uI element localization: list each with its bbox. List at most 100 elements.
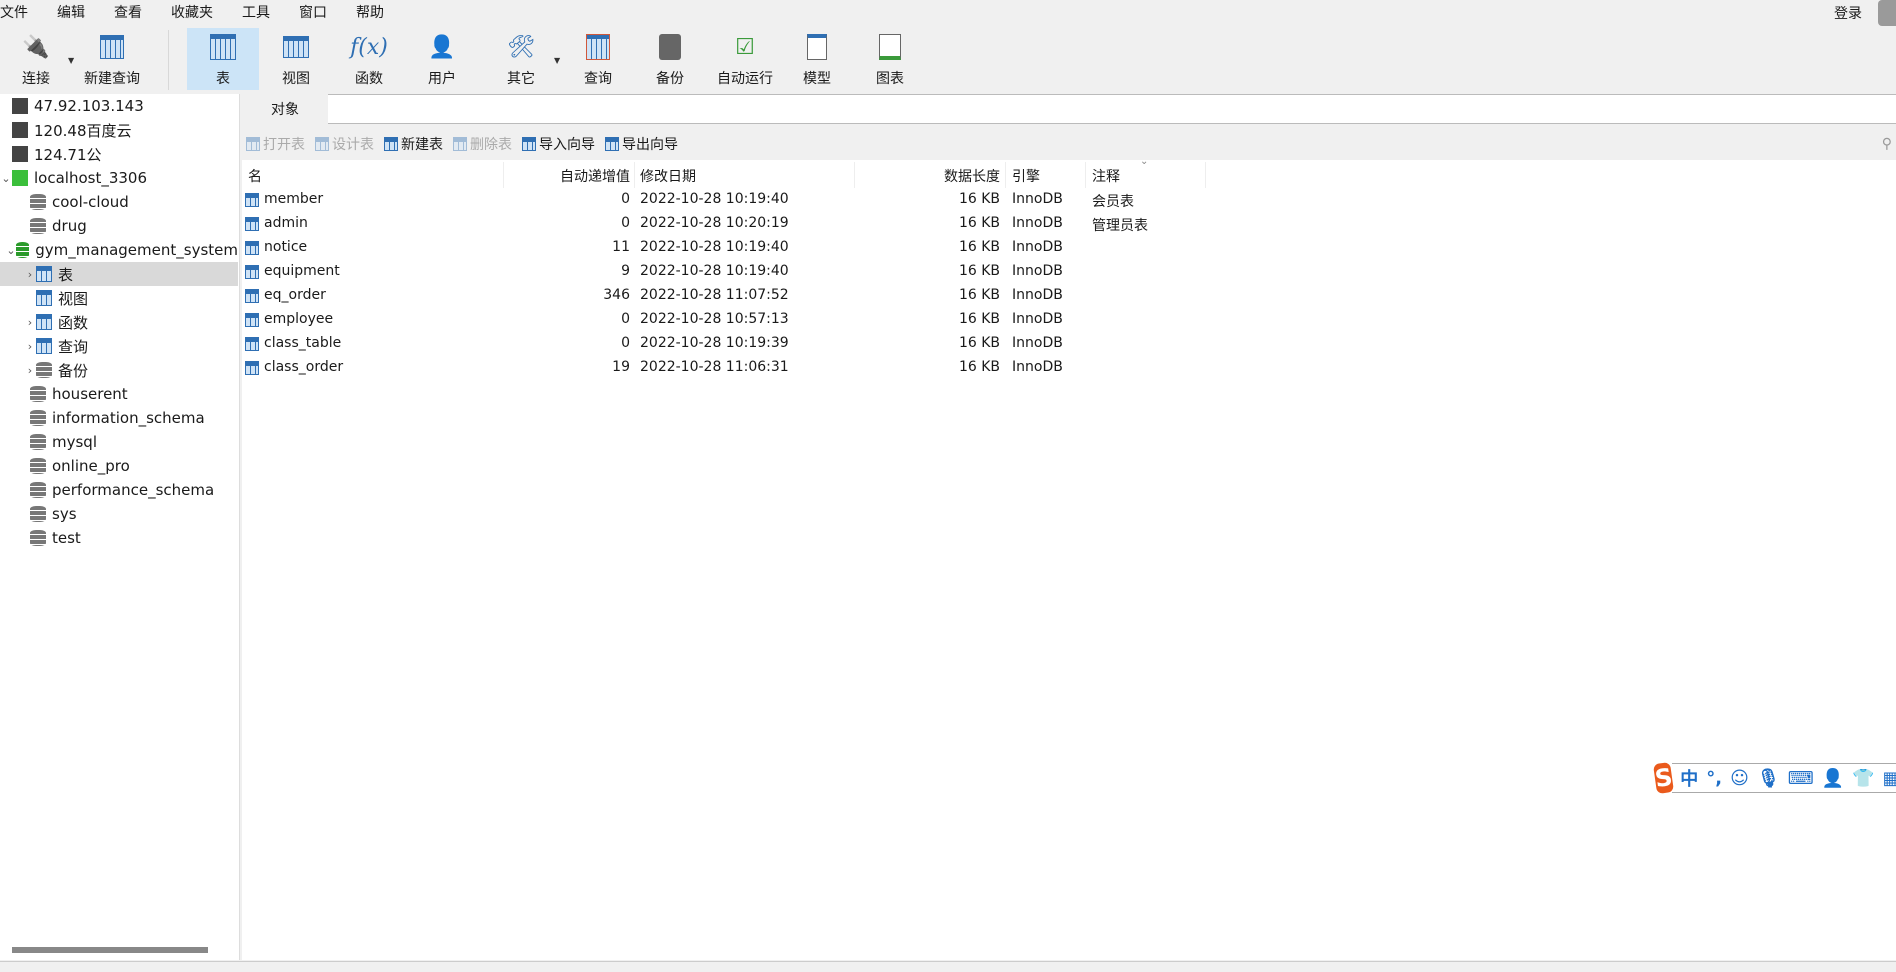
- cell-name: member: [264, 191, 324, 207]
- sort-chevron-icon[interactable]: ⌄: [1140, 156, 1148, 167]
- chevron-icon[interactable]: ›: [24, 268, 36, 281]
- chevron-icon[interactable]: ⌄: [6, 244, 16, 257]
- other-button[interactable]: 🛠 其它: [485, 28, 557, 90]
- tree-node-functions[interactable]: › 函数: [0, 310, 238, 334]
- new-table-button[interactable]: 新建表: [384, 134, 443, 154]
- menu-help[interactable]: 帮助: [356, 2, 393, 22]
- cell-auto-increment: 19: [612, 359, 630, 375]
- import-wizard-button[interactable]: 导入向导: [522, 134, 595, 154]
- column-header-auto-increment[interactable]: 自动递增值: [504, 164, 630, 188]
- conn-icon: [12, 98, 28, 114]
- delete-table-button[interactable]: 删除表: [453, 134, 512, 154]
- column-header-name[interactable]: 名: [248, 164, 262, 188]
- export-icon: [605, 137, 619, 151]
- column-header-data-length[interactable]: 数据长度: [856, 164, 1000, 188]
- table-row[interactable]: equipment 9 2022-10-28 10:19:40 16 KB In…: [244, 260, 1204, 284]
- grid-menu-icon[interactable]: ▦: [1883, 768, 1896, 789]
- column-header-engine[interactable]: 引擎: [1012, 164, 1040, 188]
- chart-button[interactable]: 图表: [854, 28, 926, 90]
- ime-mode-toggle[interactable]: 中: [1680, 765, 1698, 791]
- view-icon: [281, 32, 311, 62]
- tree-database[interactable]: cool-cloud: [0, 190, 238, 214]
- table-button[interactable]: 表: [187, 28, 259, 90]
- connect-dropdown-icon[interactable]: ▼: [68, 56, 74, 65]
- db-icon: [36, 362, 52, 378]
- grid-icon: [36, 290, 52, 306]
- menu-file[interactable]: 文件: [0, 2, 37, 22]
- tree-database[interactable]: online_pro: [0, 454, 238, 478]
- tree-database-open[interactable]: ⌄ gym_management_system: [0, 238, 238, 262]
- backup-button[interactable]: 备份: [634, 28, 706, 90]
- view-button[interactable]: 视图: [260, 28, 332, 90]
- checklist-clock-icon: ☑: [735, 34, 755, 60]
- tree-node-queries[interactable]: › 查询: [0, 334, 238, 358]
- tree-node-backups[interactable]: › 备份: [0, 358, 238, 382]
- tree-connection[interactable]: 120.48百度云: [0, 118, 238, 142]
- tree-database[interactable]: mysql: [0, 430, 238, 454]
- sogou-logo[interactable]: S: [1652, 761, 1675, 795]
- table-row[interactable]: class_table 0 2022-10-28 10:19:39 16 KB …: [244, 332, 1204, 356]
- tree-database[interactable]: test: [0, 526, 238, 550]
- skin-shirt-icon[interactable]: 👕: [1852, 768, 1874, 789]
- query-icon: [583, 32, 613, 62]
- login-link[interactable]: 登录: [1834, 3, 1862, 23]
- chevron-icon[interactable]: ›: [24, 364, 36, 377]
- tree-connection[interactable]: 47.92.103.143: [0, 94, 238, 118]
- tree-database[interactable]: information_schema: [0, 406, 238, 430]
- menu-window[interactable]: 窗口: [299, 2, 336, 22]
- table-row[interactable]: member 0 2022-10-28 10:19:40 16 KB InnoD…: [244, 188, 1204, 212]
- cell-modified: 2022-10-28 11:07:52: [640, 287, 789, 303]
- model-button[interactable]: 模型: [781, 28, 853, 90]
- query-button[interactable]: 查询: [562, 28, 634, 90]
- conn-icon: [12, 122, 28, 138]
- menu-favorites[interactable]: 收藏夹: [171, 2, 222, 22]
- tree-database[interactable]: sys: [0, 502, 238, 526]
- emoji-icon[interactable]: ☺: [1730, 768, 1749, 789]
- chevron-icon[interactable]: ›: [24, 316, 36, 329]
- tree-connection-localhost[interactable]: ⌄ localhost_3306: [0, 166, 238, 190]
- tree-database[interactable]: drug: [0, 214, 238, 238]
- chevron-icon[interactable]: ⌄: [0, 172, 12, 185]
- sidebar-horizontal-scrollbar[interactable]: [12, 947, 208, 953]
- tree-node-views[interactable]: 视图: [0, 286, 238, 310]
- export-wizard-button[interactable]: 导出向导: [605, 134, 678, 154]
- table-row[interactable]: employee 0 2022-10-28 10:57:13 16 KB Inn…: [244, 308, 1204, 332]
- open-table-button[interactable]: 打开表: [246, 134, 305, 154]
- menu-edit[interactable]: 编辑: [57, 2, 94, 22]
- column-divider: [1005, 162, 1006, 188]
- menu-tools[interactable]: 工具: [242, 2, 279, 22]
- column-header-comment[interactable]: 注释: [1092, 164, 1120, 188]
- menu-view[interactable]: 查看: [114, 2, 151, 22]
- new-query-button[interactable]: 新建查询: [76, 28, 148, 90]
- tab-objects[interactable]: 对象: [242, 94, 328, 124]
- user-button[interactable]: 👤 用户: [406, 28, 478, 90]
- table-row[interactable]: eq_order 346 2022-10-28 11:07:52 16 KB I…: [244, 284, 1204, 308]
- microphone-icon[interactable]: 🎙: [1757, 768, 1780, 789]
- column-header-modified[interactable]: 修改日期: [640, 164, 696, 188]
- connect-button[interactable]: 🔌 连接: [0, 28, 72, 90]
- table-row[interactable]: class_order 19 2022-10-28 11:06:31 16 KB…: [244, 356, 1204, 380]
- cell-name: class_order: [264, 359, 344, 375]
- table-row[interactable]: admin 0 2022-10-28 10:20:19 16 KB InnoDB…: [244, 212, 1204, 236]
- db-icon: [15, 242, 30, 258]
- cell-auto-increment: 0: [621, 335, 630, 351]
- table-row[interactable]: notice 11 2022-10-28 10:19:40 16 KB Inno…: [244, 236, 1204, 260]
- other-dropdown-icon[interactable]: ▼: [554, 56, 560, 65]
- delete-table-icon: [453, 137, 467, 151]
- tree-node-tables[interactable]: › 表: [0, 262, 238, 286]
- tree-connection[interactable]: 124.71公: [0, 142, 238, 166]
- function-button[interactable]: f(x) 函数: [333, 28, 405, 90]
- automation-button[interactable]: ☑ 自动运行: [709, 28, 781, 90]
- chevron-icon[interactable]: ›: [24, 340, 36, 353]
- cell-engine: InnoDB: [1012, 191, 1063, 207]
- user-settings-icon[interactable]: 👤: [1822, 768, 1844, 789]
- search-icon[interactable]: ⚲: [1882, 136, 1892, 152]
- ime-punctuation-toggle[interactable]: °,: [1706, 768, 1722, 789]
- new-query-icon: [97, 32, 127, 62]
- design-table-button[interactable]: 设计表: [315, 134, 374, 154]
- tree-database[interactable]: houserent: [0, 382, 238, 406]
- db-icon: [30, 434, 46, 450]
- avatar[interactable]: [1878, 0, 1896, 26]
- keyboard-icon[interactable]: ⌨: [1788, 768, 1814, 789]
- tree-database[interactable]: performance_schema: [0, 478, 238, 502]
